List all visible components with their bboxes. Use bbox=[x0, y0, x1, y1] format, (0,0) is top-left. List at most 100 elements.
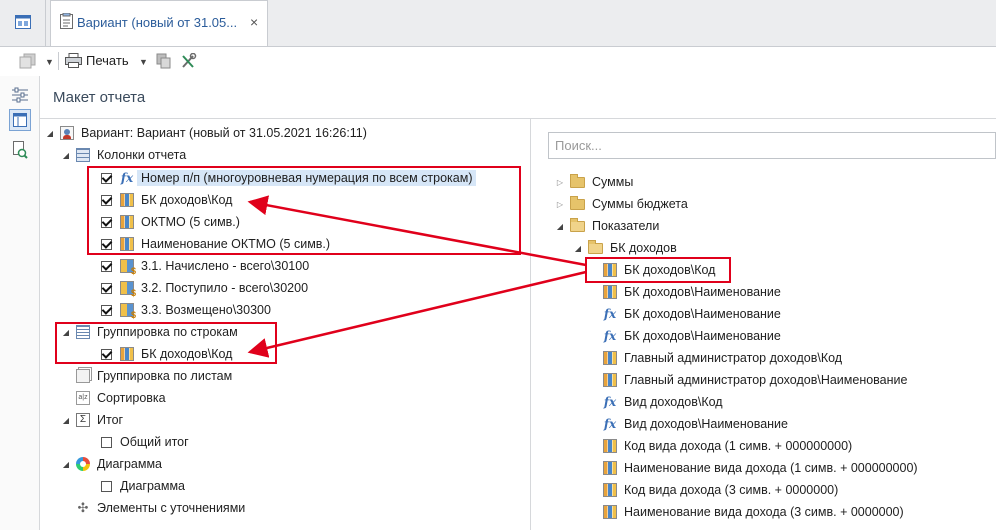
field-column-icon bbox=[603, 439, 617, 453]
column-label: 3.2. Поступило - всего\30200 bbox=[141, 281, 309, 295]
formula-fx-icon: fx bbox=[603, 395, 617, 409]
settings-list-icon[interactable] bbox=[9, 84, 31, 106]
report-doc-icon bbox=[60, 13, 73, 29]
folder-bk-income[interactable]: ◢ БК доходов bbox=[572, 238, 677, 258]
formula-fx-icon: fx bbox=[603, 329, 617, 343]
field-item[interactable]: Наименование вида дохода (3 симв. + 0000… bbox=[603, 502, 904, 522]
expand-toggle-icon[interactable]: ◢ bbox=[60, 460, 72, 469]
tab-title: Вариант (новый от 31.05... bbox=[77, 15, 238, 30]
chart-item[interactable]: Диаграмма bbox=[101, 476, 185, 496]
variant-user-icon bbox=[60, 126, 74, 140]
print-button[interactable]: Печать bbox=[86, 53, 129, 68]
tree-node-label: Диаграмма bbox=[97, 457, 163, 471]
chevron-down-icon[interactable]: ▼ bbox=[45, 57, 54, 67]
window-icon bbox=[15, 15, 31, 29]
expand-toggle-icon[interactable]: ◢ bbox=[44, 129, 56, 138]
folder-indicators[interactable]: ◢ Показатели bbox=[554, 216, 659, 236]
search-input[interactable] bbox=[548, 132, 996, 159]
annotation-box-columns bbox=[87, 166, 521, 255]
chart-pie-icon bbox=[76, 457, 90, 471]
printer-icon[interactable] bbox=[65, 53, 82, 68]
puzzle-icon: ✣ bbox=[77, 500, 89, 515]
tree-node-label: Колонки отчета bbox=[97, 148, 187, 162]
tree-node-root[interactable]: ◢ Вариант: Вариант (новый от 31.05.2021 … bbox=[44, 123, 367, 143]
field-item[interactable]: БК доходов\Наименование bbox=[603, 282, 781, 302]
tree-node-label: Сортировка bbox=[97, 391, 166, 405]
field-label: Главный администратор доходов\Наименован… bbox=[624, 373, 908, 387]
column-checkbox[interactable] bbox=[101, 260, 112, 272]
field-label: Наименование вида дохода (1 симв. + 0000… bbox=[624, 461, 918, 475]
field-label: Главный администратор доходов\Код bbox=[624, 351, 843, 365]
field-item[interactable]: fx Вид доходов\Код bbox=[603, 392, 723, 412]
field-item[interactable]: Наименование вида дохода (1 симв. + 0000… bbox=[603, 458, 918, 478]
column-item[interactable]: 3.1. Начислено - всего\30100 bbox=[101, 256, 309, 276]
expand-toggle-icon[interactable]: ◢ bbox=[60, 151, 72, 160]
field-label: Наименование вида дохода (3 симв. + 0000… bbox=[624, 505, 904, 519]
print-dropdown-chevron-icon[interactable]: ▼ bbox=[139, 57, 148, 67]
preview-search-icon[interactable] bbox=[9, 139, 31, 161]
annotation-box-source-field bbox=[585, 257, 731, 283]
home-tab[interactable] bbox=[0, 0, 46, 46]
settings-tools-icon[interactable] bbox=[180, 53, 197, 69]
field-item[interactable]: fx Вид доходов\Наименование bbox=[603, 414, 788, 434]
expand-toggle-icon[interactable]: ▷ bbox=[554, 178, 566, 187]
field-item[interactable]: Главный администратор доходов\Наименован… bbox=[603, 370, 907, 390]
tree-node-label: Итог bbox=[97, 413, 124, 427]
folder-open-icon bbox=[570, 217, 585, 232]
field-item[interactable]: fx БК доходов\Наименование bbox=[603, 326, 781, 346]
sort-az-icon: a|z bbox=[76, 391, 90, 405]
expand-toggle-icon[interactable]: ▷ bbox=[554, 200, 566, 209]
formula-fx-icon: fx bbox=[603, 307, 617, 321]
chart-label: Диаграмма bbox=[120, 479, 186, 493]
save-variant-icon[interactable] bbox=[19, 53, 37, 69]
close-icon[interactable]: × bbox=[250, 14, 258, 30]
sum-field-icon bbox=[120, 303, 136, 320]
folder-sums[interactable]: ▷ Суммы bbox=[554, 172, 633, 192]
field-column-icon bbox=[603, 505, 617, 519]
sheet-grouping-icon bbox=[76, 369, 90, 383]
tree-node-refinements[interactable]: ✣ Элементы с уточнениями bbox=[76, 498, 246, 518]
folder-icon bbox=[570, 195, 585, 210]
field-column-icon bbox=[603, 461, 617, 475]
expand-toggle-icon[interactable]: ◢ bbox=[572, 244, 584, 253]
field-label: БК доходов\Наименование bbox=[624, 307, 781, 321]
tree-node-sorting[interactable]: a|z Сортировка bbox=[76, 388, 166, 408]
column-checkbox[interactable] bbox=[101, 304, 112, 316]
field-item[interactable]: Главный администратор доходов\Код bbox=[603, 348, 842, 368]
annotation-box-grouping bbox=[55, 322, 277, 364]
field-label: Вид доходов\Наименование bbox=[624, 417, 788, 431]
column-checkbox[interactable] bbox=[101, 282, 112, 294]
folder-label: Суммы bbox=[592, 175, 634, 189]
sum-field-icon bbox=[120, 281, 136, 298]
folder-open-icon bbox=[588, 239, 603, 254]
column-label: 3.3. Возмещено\30300 bbox=[141, 303, 271, 317]
field-item[interactable]: Код вида дохода (1 симв. + 000000000) bbox=[603, 436, 852, 456]
table-columns-icon bbox=[76, 148, 90, 162]
tree-node-columns[interactable]: ◢ Колонки отчета bbox=[60, 145, 186, 165]
expand-toggle-icon[interactable]: ◢ bbox=[554, 222, 566, 231]
column-item[interactable]: 3.2. Поступило - всего\30200 bbox=[101, 278, 308, 298]
total-item[interactable]: Общий итог bbox=[101, 432, 189, 452]
field-item[interactable]: Код вида дохода (3 симв. + 0000000) bbox=[603, 480, 838, 500]
formula-fx-icon: fx bbox=[603, 417, 617, 431]
tree-node-chart[interactable]: ◢ Диаграмма bbox=[60, 454, 162, 474]
toolbar bbox=[0, 47, 996, 75]
field-item[interactable]: fx БК доходов\Наименование bbox=[603, 304, 781, 324]
field-label: БК доходов\Наименование bbox=[624, 329, 781, 343]
tree-node-total[interactable]: ◢ Σ Итог bbox=[60, 410, 123, 430]
page-title: Макет отчета bbox=[53, 89, 146, 106]
toolbar-separator bbox=[58, 52, 59, 70]
column-item[interactable]: 3.3. Возмещено\30300 bbox=[101, 300, 271, 320]
chart-checkbox[interactable] bbox=[101, 480, 112, 492]
copy-icon[interactable] bbox=[156, 53, 172, 69]
folder-budget-sums[interactable]: ▷ Суммы бюджета bbox=[554, 194, 688, 214]
field-column-icon bbox=[603, 285, 617, 299]
total-checkbox[interactable] bbox=[101, 436, 112, 448]
expand-toggle-icon[interactable]: ◢ bbox=[60, 416, 72, 425]
layout-view-button[interactable] bbox=[9, 109, 31, 131]
folder-icon bbox=[570, 173, 585, 188]
field-label: Вид доходов\Код bbox=[624, 395, 723, 409]
field-column-icon bbox=[603, 483, 617, 497]
tree-node-sheet-grouping[interactable]: Группировка по листам bbox=[76, 366, 232, 386]
total-label: Общий итог bbox=[120, 435, 189, 449]
